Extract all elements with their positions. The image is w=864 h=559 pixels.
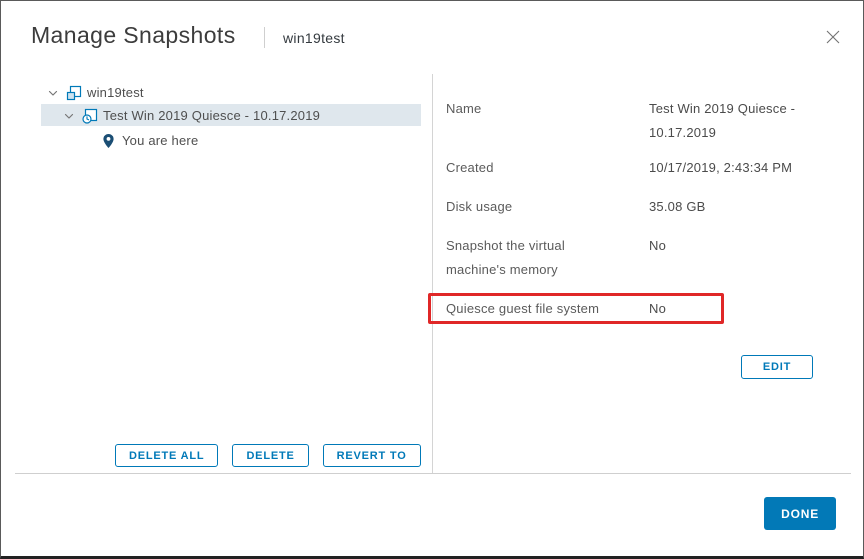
tree-item-you-are-here[interactable]: You are here [101, 130, 198, 151]
manage-snapshots-dialog: Manage Snapshots win19test win19test Tes… [0, 0, 864, 559]
detail-value: 10/17/2019, 2:43:34 PM [649, 160, 793, 175]
footer-divider [15, 473, 851, 474]
done-button[interactable]: DONE [764, 497, 836, 530]
dialog-title: Manage Snapshots [31, 22, 236, 48]
close-button[interactable] [821, 27, 845, 51]
detail-label: Name [446, 101, 482, 116]
detail-value: 35.08 GB [649, 199, 706, 214]
edit-button[interactable]: EDIT [741, 355, 813, 379]
panel-divider [432, 74, 433, 473]
chevron-down-icon[interactable] [47, 87, 59, 99]
snapshot-icon [82, 108, 98, 124]
detail-row-memory: Snapshot the virtual machine's memory No [446, 234, 666, 282]
tree-item-label: win19test [87, 85, 144, 100]
revert-to-button[interactable]: REVERT TO [322, 444, 421, 467]
detail-label: Quiesce guest file system [446, 301, 600, 316]
tree-item-label: Test Win 2019 Quiesce - 10.17.2019 [103, 108, 321, 123]
detail-row-created: Created 10/17/2019, 2:43:34 PM [446, 156, 792, 180]
detail-label: Snapshot the virtual machine's memory [446, 238, 565, 277]
location-pin-icon [101, 133, 117, 149]
tree-item-label: You are here [122, 133, 199, 148]
chevron-down-icon[interactable] [63, 110, 75, 122]
detail-row-disk-usage: Disk usage 35.08 GB [446, 195, 705, 219]
tree-item-snapshot[interactable]: Test Win 2019 Quiesce - 10.17.2019 [63, 105, 320, 126]
detail-value: No [649, 301, 667, 316]
detail-value: No [649, 238, 667, 253]
detail-label: Created [446, 160, 494, 175]
delete-button[interactable]: DELETE [232, 444, 309, 467]
title-separator [264, 27, 265, 48]
detail-row-quiesce: Quiesce guest file system No [446, 297, 666, 321]
detail-value: Test Win 2019 Quiesce - 10.17.2019 [649, 101, 796, 140]
tree-item-vm[interactable]: win19test [47, 82, 144, 103]
snapshot-actions: DELETE ALL DELETE REVERT TO [115, 444, 421, 467]
delete-all-button[interactable]: DELETE ALL [115, 444, 219, 467]
vm-icon [66, 85, 82, 101]
detail-label: Disk usage [446, 199, 513, 214]
close-icon [825, 29, 841, 50]
detail-row-name: Name Test Win 2019 Quiesce - 10.17.2019 [446, 97, 795, 140]
vm-name-subtitle: win19test [283, 30, 345, 46]
